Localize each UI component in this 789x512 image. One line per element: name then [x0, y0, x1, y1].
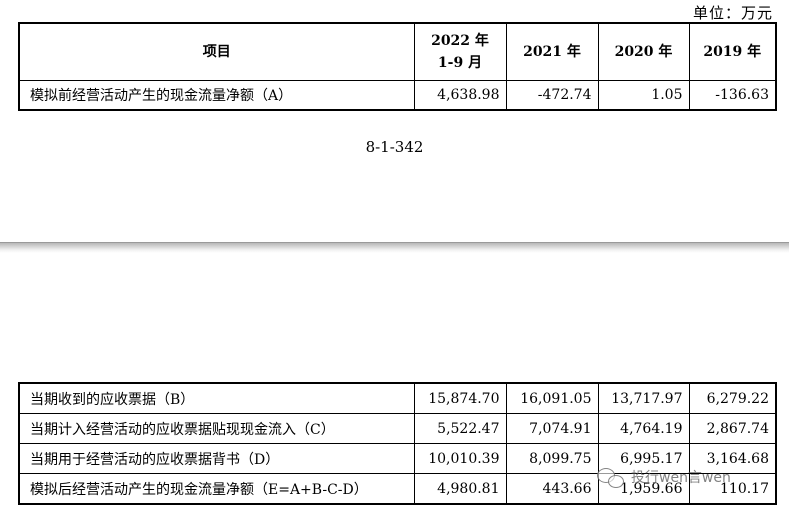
- row-label: 当期计入经营活动的应收票据贴现现金流入（C）: [18, 413, 415, 444]
- watermark-text: 投行wen言wen: [631, 470, 731, 486]
- page-number: 8-1-342: [365, 138, 424, 156]
- row-label: 当期收到的应收票据（B）: [18, 382, 415, 414]
- cell-2021: 7,074.91: [505, 413, 599, 444]
- row-label: 模拟前经营活动产生的现金流量净额（A）: [18, 80, 415, 111]
- header-2022: 2022 年 1-9 月: [413, 22, 507, 81]
- wechat-icon: [597, 466, 625, 488]
- cell-2022: 15,874.70: [413, 382, 507, 414]
- row-label: 当期用于经营活动的应收票据背书（D）: [18, 443, 415, 474]
- cell-2022: 10,010.39: [413, 443, 507, 474]
- header-2022-line1: 2022 年: [431, 33, 489, 49]
- cell-2022: 4,980.81: [413, 473, 507, 505]
- header-2019: 2019 年: [688, 22, 777, 81]
- row-label: 模拟后经营活动产生的现金流量净额（E=A+B-C-D）: [18, 473, 415, 505]
- page-break-divider: [0, 242, 789, 253]
- cell-2021: 8,099.75: [505, 443, 599, 474]
- cell-2020: 13,717.97: [597, 382, 690, 414]
- header-2022-line2: 1-9 月: [437, 55, 483, 71]
- cell-2019: 2,867.74: [688, 413, 777, 444]
- cell-2019: 6,279.22: [688, 382, 777, 414]
- header-2020: 2020 年: [597, 22, 690, 81]
- cell-2020: 4,764.19: [597, 413, 690, 444]
- cell-2021: 16,091.05: [505, 382, 599, 414]
- cell-2020: 1.05: [597, 80, 690, 111]
- table-row: 模拟前经营活动产生的现金流量净额（A） 4,638.98 -472.74 1.0…: [18, 80, 777, 111]
- watermark: 投行wen言wen: [597, 466, 731, 488]
- unit-label: 单位：万元: [692, 4, 773, 22]
- table-row: 当期收到的应收票据（B） 15,874.70 16,091.05 13,717.…: [18, 382, 777, 414]
- table-row: 当期计入经营活动的应收票据贴现现金流入（C） 5,522.47 7,074.91…: [18, 413, 777, 444]
- cell-2022: 5,522.47: [413, 413, 507, 444]
- header-item: 项目: [18, 22, 415, 81]
- cash-flow-table-top: 项目 2022 年 1-9 月 2021 年 2020 年 2019 年 模拟前…: [18, 22, 777, 111]
- cell-2022: 4,638.98: [413, 80, 507, 111]
- cell-2019: -136.63: [688, 80, 777, 111]
- header-row: 项目 2022 年 1-9 月 2021 年 2020 年 2019 年: [18, 22, 777, 81]
- cell-2021: -472.74: [505, 80, 599, 111]
- header-2021: 2021 年: [505, 22, 599, 81]
- cell-2021: 443.66: [505, 473, 599, 505]
